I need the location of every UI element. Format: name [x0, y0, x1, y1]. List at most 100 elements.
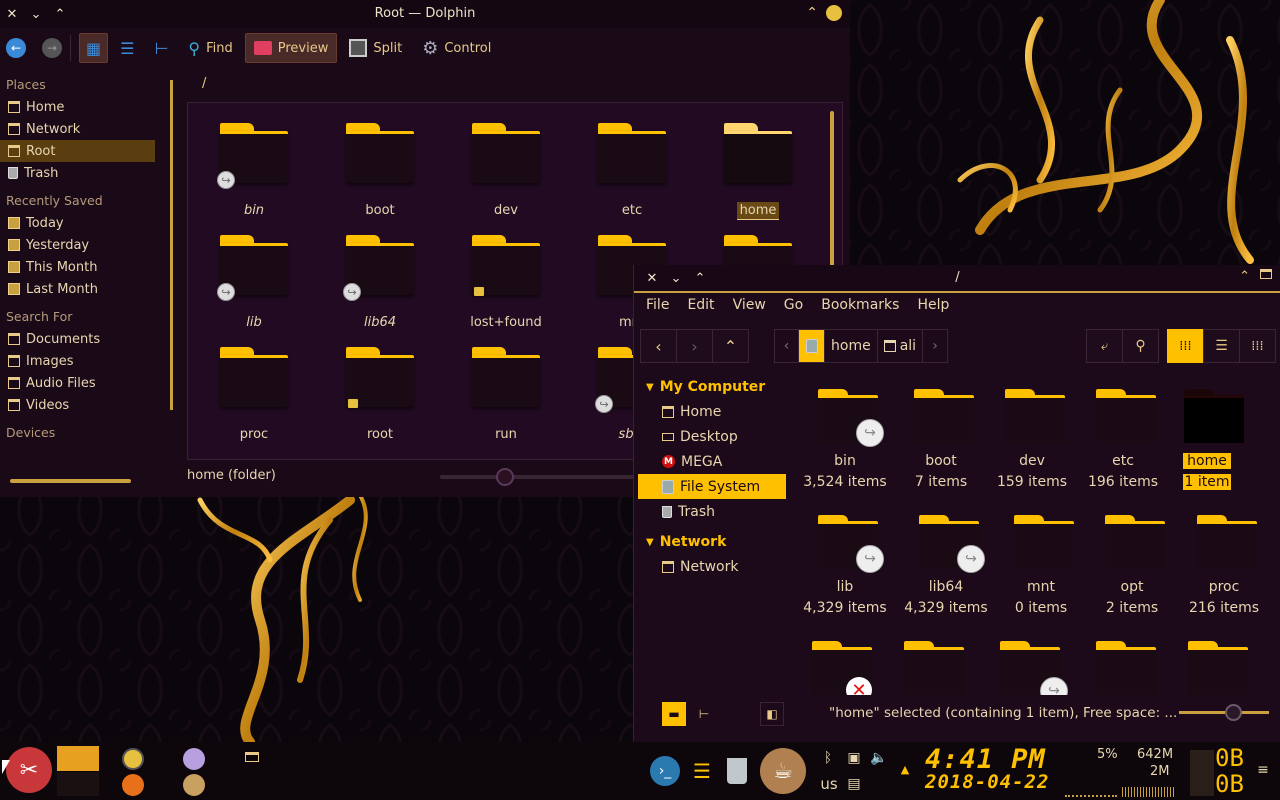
- panel-menu-icon[interactable]: ≡: [1256, 762, 1270, 778]
- file-item[interactable]: boot: [314, 123, 424, 233]
- file-item[interactable]: root: [314, 347, 424, 457]
- file-item[interactable]: [885, 629, 977, 695]
- places-item-trash[interactable]: Trash: [0, 162, 172, 184]
- file-item[interactable]: ↪ lib64 4,329 items: [900, 503, 992, 623]
- file-item[interactable]: mnt 0 items: [995, 503, 1087, 623]
- breadcrumb-scroll-right[interactable]: ›: [923, 330, 947, 362]
- places-scrollbar[interactable]: [170, 80, 173, 410]
- icons-view-button[interactable]: ▦: [79, 33, 109, 63]
- menu-file[interactable]: File: [646, 297, 669, 319]
- file-item[interactable]: ↪ lib64: [314, 235, 424, 345]
- file-item[interactable]: proc 216 items: [1178, 503, 1270, 623]
- file-item[interactable]: etc: [566, 123, 676, 233]
- toggle-sidebar-button[interactable]: ◧: [760, 702, 784, 726]
- zoom-slider[interactable]: [1179, 711, 1269, 714]
- back-icon[interactable]: ←: [6, 38, 26, 58]
- file-item[interactable]: ↪ lib: [188, 235, 298, 345]
- app-launcher-icon[interactable]: ✂: [6, 747, 52, 793]
- menu-help[interactable]: Help: [917, 297, 949, 319]
- file-item[interactable]: dev 159 items: [986, 377, 1078, 497]
- search-item-videos[interactable]: Videos: [0, 394, 172, 416]
- file-item[interactable]: ↪ bin: [188, 123, 298, 233]
- sidebar-section-network[interactable]: ▼ Network: [634, 530, 786, 554]
- trash-icon[interactable]: [724, 756, 750, 786]
- places-item-home[interactable]: Home: [0, 96, 172, 118]
- file-item[interactable]: ↪ lib 4,329 items: [799, 503, 891, 623]
- window-titlebar[interactable]: ✕ ⌄ ⌃: [0, 0, 850, 28]
- back-button[interactable]: ‹: [640, 329, 677, 363]
- sidebar-item-home[interactable]: Home: [634, 399, 786, 424]
- preview-button[interactable]: Preview: [244, 33, 338, 63]
- bluetooth-icon[interactable]: ᛒ: [820, 748, 836, 768]
- forward-icon[interactable]: →: [42, 38, 62, 58]
- terminal-icon[interactable]: ›_: [650, 756, 680, 786]
- icon-view-button[interactable]: ⁞⁞⁞: [1167, 329, 1204, 363]
- split-button[interactable]: Split: [341, 33, 410, 63]
- sidebar-item-trash[interactable]: Trash: [634, 499, 786, 524]
- search-item-audio[interactable]: Audio Files: [0, 372, 172, 394]
- find-button[interactable]: ⚲ Find: [180, 33, 240, 63]
- search-item-documents[interactable]: Documents: [0, 328, 172, 350]
- menu-go[interactable]: Go: [784, 297, 803, 319]
- zoom-slider-handle[interactable]: [496, 468, 514, 486]
- control-button[interactable]: ⚙ Control: [414, 33, 499, 63]
- firefox-task-icon[interactable]: [122, 774, 144, 796]
- recent-item-yesterday[interactable]: Yesterday: [0, 234, 172, 256]
- close-icon[interactable]: ✕: [0, 0, 24, 28]
- tree-view-button[interactable]: ⊢: [146, 33, 176, 63]
- file-item[interactable]: run: [440, 347, 550, 457]
- sidebar-item-mega[interactable]: M MEGA: [634, 449, 786, 474]
- breadcrumb-home[interactable]: home: [825, 330, 878, 362]
- folder-task-icon[interactable]: [245, 752, 259, 762]
- show-tree-button[interactable]: ⊢: [692, 702, 716, 726]
- file-item-selected[interactable]: home 1 item: [1155, 377, 1247, 497]
- file-item[interactable]: boot 7 items: [895, 377, 987, 497]
- places-item-network[interactable]: Network: [0, 118, 172, 140]
- file-item[interactable]: ✕: [793, 629, 885, 695]
- file-item[interactable]: lost+found: [440, 235, 550, 345]
- sidebar-item-desktop[interactable]: Desktop: [634, 424, 786, 449]
- file-item[interactable]: ↪: [981, 629, 1073, 695]
- zoom-slider[interactable]: [440, 475, 635, 479]
- forward-button[interactable]: ›: [676, 329, 713, 363]
- file-grid[interactable]: ↪ bin 3,524 items boot 7 items dev 159 i…: [789, 377, 1279, 695]
- keyboard-layout[interactable]: us: [818, 774, 840, 794]
- sidebar-section-my-computer[interactable]: ▼ My Computer: [634, 375, 786, 399]
- file-item[interactable]: proc: [188, 347, 298, 457]
- breadcrumb-ali[interactable]: ali: [878, 330, 924, 362]
- tray-expand-icon[interactable]: ▲: [898, 762, 912, 776]
- dolphin-task-icon[interactable]: [122, 748, 144, 770]
- desktop-2[interactable]: [57, 772, 99, 796]
- show-folder-button[interactable]: ▬: [662, 702, 686, 726]
- details-view-button[interactable]: ☰: [112, 33, 142, 63]
- menu-bookmarks[interactable]: Bookmarks: [821, 297, 899, 319]
- recent-item-this-month[interactable]: This Month: [0, 256, 172, 278]
- file-item[interactable]: opt 2 items: [1086, 503, 1178, 623]
- list-view-button[interactable]: ☰: [1203, 329, 1240, 363]
- file-item[interactable]: [1077, 629, 1169, 695]
- app-task-icon[interactable]: [183, 748, 205, 770]
- up-button[interactable]: ⌃: [712, 329, 749, 363]
- breadcrumb-scroll-left[interactable]: ‹: [775, 330, 799, 362]
- places-hscrollbar[interactable]: [10, 479, 131, 483]
- menu-lines-icon[interactable]: ☰: [688, 756, 716, 786]
- app2-task-icon[interactable]: [183, 774, 205, 796]
- menu-edit[interactable]: Edit: [687, 297, 714, 319]
- desktop-1[interactable]: [57, 746, 99, 771]
- virtual-desktop-pager[interactable]: [57, 746, 99, 796]
- maximize-icon[interactable]: ⌃: [48, 0, 72, 28]
- zoom-slider-handle[interactable]: [1225, 704, 1242, 721]
- menu-view[interactable]: View: [733, 297, 766, 319]
- sidebar-item-file-system[interactable]: File System: [638, 474, 786, 499]
- keep-above-icon[interactable]: ⌃: [806, 5, 818, 21]
- coffee-icon[interactable]: ☕: [760, 748, 806, 794]
- recent-item-last-month[interactable]: Last Month: [0, 278, 172, 300]
- clipboard-icon[interactable]: ▤: [846, 774, 862, 794]
- volume-icon[interactable]: 🔈: [870, 748, 888, 768]
- file-item[interactable]: dev: [440, 123, 550, 233]
- search-item-images[interactable]: Images: [0, 350, 172, 372]
- compact-view-button[interactable]: ⁞⁞⁞: [1239, 329, 1276, 363]
- recent-item-today[interactable]: Today: [0, 212, 172, 234]
- minimize-icon[interactable]: ⌄: [24, 0, 48, 28]
- breadcrumb-root[interactable]: [799, 330, 825, 362]
